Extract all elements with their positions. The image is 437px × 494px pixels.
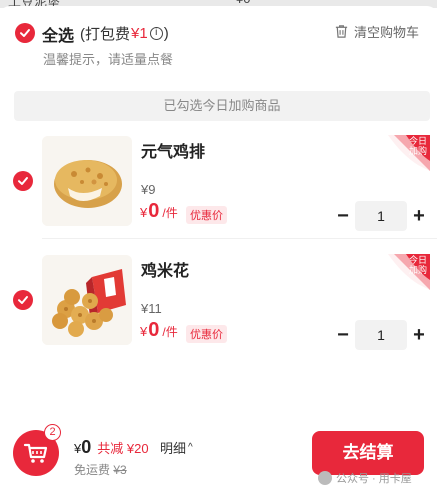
- quantity-stepper: − 1 +: [333, 201, 429, 231]
- check-icon: [18, 177, 28, 185]
- price-unit: /件: [162, 206, 178, 220]
- quantity-value[interactable]: 1: [355, 320, 407, 350]
- discount-badge: 优惠价: [186, 206, 227, 224]
- price-value: 0: [148, 319, 160, 341]
- clear-cart-button[interactable]: 清空购物车: [334, 22, 419, 41]
- item-original-price: ¥11: [141, 301, 162, 316]
- detail-toggle[interactable]: 明细 ^: [160, 438, 193, 457]
- watermark: 公众号 · 用卡屋: [318, 470, 412, 486]
- detail-label: 明细: [160, 441, 187, 456]
- info-icon[interactable]: i: [149, 27, 163, 40]
- cart-header: 全选 (打包费 ¥1 i ) 温馨提示，请适量点餐 清空购物车: [0, 6, 437, 82]
- tag-text: 今日 加购: [408, 136, 427, 156]
- item-price: ¥ 0 /件: [140, 319, 178, 342]
- tag-text: 今日 加购: [408, 255, 427, 275]
- cart-item: 元气鸡排 今日 加购 ¥9 ¥ 0 /件 优惠价 − 1 +: [0, 132, 437, 240]
- select-all-label[interactable]: 全选: [42, 22, 74, 46]
- checkout-button[interactable]: 去结算: [312, 431, 424, 475]
- total-value: 0: [81, 437, 92, 457]
- chevron-up-icon: ^: [188, 442, 193, 453]
- item-name: 元气鸡排: [141, 144, 206, 161]
- delivery-label: 免运费: [74, 463, 111, 477]
- item-divider: [42, 238, 437, 239]
- price-currency: ¥: [140, 324, 148, 339]
- clear-cart-label: 清空购物车: [354, 25, 420, 40]
- check-icon: [18, 296, 28, 304]
- discount-badge: 优惠价: [186, 325, 227, 343]
- increase-button[interactable]: +: [409, 320, 429, 350]
- cart-item: 鸡米花 今日 加购 ¥11 ¥ 0 /件 优惠价 − 1 +: [0, 251, 437, 359]
- shopping-cart-icon: [23, 443, 48, 463]
- cart-sheet: 全选 (打包费 ¥1 i ) 温馨提示，请适量点餐 清空购物车 已勾选今日加购商…: [0, 6, 437, 494]
- popcorn-chicken-image: [42, 255, 132, 345]
- item-checkbox[interactable]: [13, 171, 33, 191]
- watermark-text: 公众号 · 用卡屋: [336, 473, 412, 485]
- check-icon: [20, 29, 30, 37]
- total-saved: 共减 ¥20: [97, 441, 149, 456]
- increase-button[interactable]: +: [409, 201, 429, 231]
- total-summary: ¥ 0 共减 ¥20: [74, 437, 149, 458]
- packing-fee: (打包费 ¥1 i ): [80, 23, 169, 44]
- cart-count-badge: 2: [44, 424, 61, 441]
- packing-fee-amount: ¥1: [131, 25, 148, 42]
- packing-fee-suffix: ): [163, 25, 169, 42]
- wechat-icon: [318, 471, 332, 485]
- price-value: 0: [148, 200, 160, 222]
- item-original-price: ¥9: [141, 182, 156, 197]
- section-header: 已勾选今日加购商品: [14, 91, 430, 121]
- trash-icon: [335, 25, 348, 38]
- today-addon-tag: 今日 加购: [388, 254, 430, 290]
- packing-fee-prefix: (打包费: [80, 26, 130, 43]
- decrease-button[interactable]: −: [333, 201, 353, 231]
- item-checkbox[interactable]: [13, 290, 33, 310]
- total-currency: ¥: [74, 441, 82, 456]
- decrease-button[interactable]: −: [333, 320, 353, 350]
- item-name: 鸡米花: [141, 263, 190, 280]
- quantity-value[interactable]: 1: [355, 201, 407, 231]
- select-all-checkbox[interactable]: [15, 23, 35, 43]
- delivery-original-fee: ¥3: [113, 463, 127, 477]
- item-price: ¥ 0 /件: [140, 200, 178, 223]
- chicken-cutlet-image: [42, 136, 132, 226]
- price-currency: ¥: [140, 205, 148, 220]
- delivery-fee: 免运费 ¥3: [74, 461, 127, 478]
- price-unit: /件: [162, 325, 178, 339]
- quantity-stepper: − 1 +: [333, 320, 429, 350]
- warm-tip: 温馨提示，请适量点餐: [43, 52, 174, 67]
- today-addon-tag: 今日 加购: [388, 135, 430, 171]
